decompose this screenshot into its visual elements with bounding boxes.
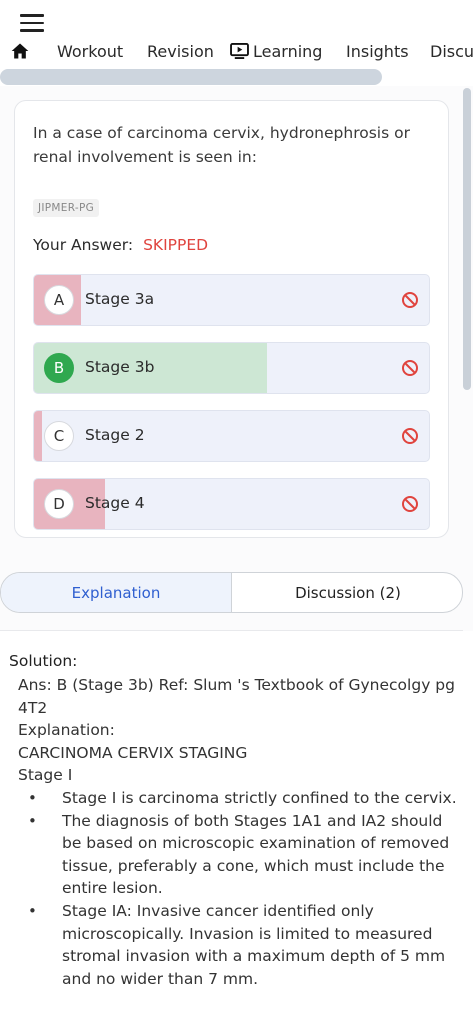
option-label: Stage 3a <box>85 290 155 308</box>
nav-tabs: Workout Revision Learning Insights Discu <box>0 38 473 68</box>
option-d[interactable]: D Stage 4 <box>33 478 430 530</box>
tab-explanation[interactable]: Explanation <box>1 573 232 612</box>
not-selected-icon <box>402 428 418 444</box>
top-bar: Workout Revision Learning Insights Discu <box>0 0 473 86</box>
list-item: Stage IA: Invasive cancer identified onl… <box>18 900 458 990</box>
stage-subheading: Stage I <box>18 766 73 785</box>
bullet-list: Stage I is carcinoma strictly confined t… <box>18 787 458 990</box>
solution-panel: Solution: Ans: B (Stage 3b) Ref: Slum 's… <box>0 631 473 1024</box>
your-answer: Your Answer: SKIPPED <box>33 236 208 254</box>
hamburger-menu-icon[interactable] <box>20 14 44 32</box>
vertical-scrollbar[interactable] <box>463 88 471 390</box>
option-label: Stage 4 <box>85 494 145 512</box>
your-answer-label: Your Answer: <box>33 236 134 254</box>
answer-reference: Ans: B (Stage 3b) Ref: Slum 's Textbook … <box>18 676 455 717</box>
explanation-label: Explanation: <box>18 721 115 740</box>
not-selected-icon <box>402 360 418 376</box>
your-answer-status: SKIPPED <box>143 236 209 254</box>
tab-learning[interactable]: Learning <box>230 42 322 61</box>
option-a[interactable]: A Stage 3a <box>33 274 430 326</box>
question-text: In a case of carcinoma cervix, hydroneph… <box>33 124 410 166</box>
explanation-discussion-toggle: Explanation Discussion (2) <box>0 572 463 613</box>
tab-revision[interactable]: Revision <box>147 42 214 61</box>
option-letter: C <box>44 421 74 451</box>
tab-discussion-count[interactable]: Discussion (2) <box>232 573 462 612</box>
option-label: Stage 2 <box>85 426 145 444</box>
tab-learning-label: Learning <box>253 42 323 61</box>
tab-workout[interactable]: Workout <box>57 42 123 61</box>
solution-title: Solution: <box>9 652 78 670</box>
tab-discussion[interactable]: Discu <box>430 42 473 61</box>
question-card: In a case of carcinoma cervix, hydroneph… <box>14 100 449 538</box>
not-selected-icon <box>402 292 418 308</box>
option-c[interactable]: C Stage 2 <box>33 410 430 462</box>
tab-insights[interactable]: Insights <box>346 42 409 61</box>
list-item: The diagnosis of both Stages 1A1 and IA2… <box>18 810 458 900</box>
option-letter: A <box>44 285 74 315</box>
response-bar <box>34 411 42 461</box>
home-icon[interactable] <box>10 41 30 61</box>
horizontal-scrollbar[interactable] <box>0 69 382 85</box>
source-tag: JIPMER-PG <box>33 199 100 217</box>
list-item: Stage I is carcinoma strictly confined t… <box>18 787 458 810</box>
option-letter: B <box>44 353 74 383</box>
solution-body: Ans: B (Stage 3b) Ref: Slum 's Textbook … <box>18 674 458 990</box>
not-selected-icon <box>402 496 418 512</box>
option-letter: D <box>44 489 74 519</box>
staging-heading: CARCINOMA CERVIX STAGING <box>18 743 248 762</box>
option-label: Stage 3b <box>85 358 155 376</box>
option-b[interactable]: B Stage 3b <box>33 342 430 394</box>
play-video-icon <box>230 43 249 59</box>
